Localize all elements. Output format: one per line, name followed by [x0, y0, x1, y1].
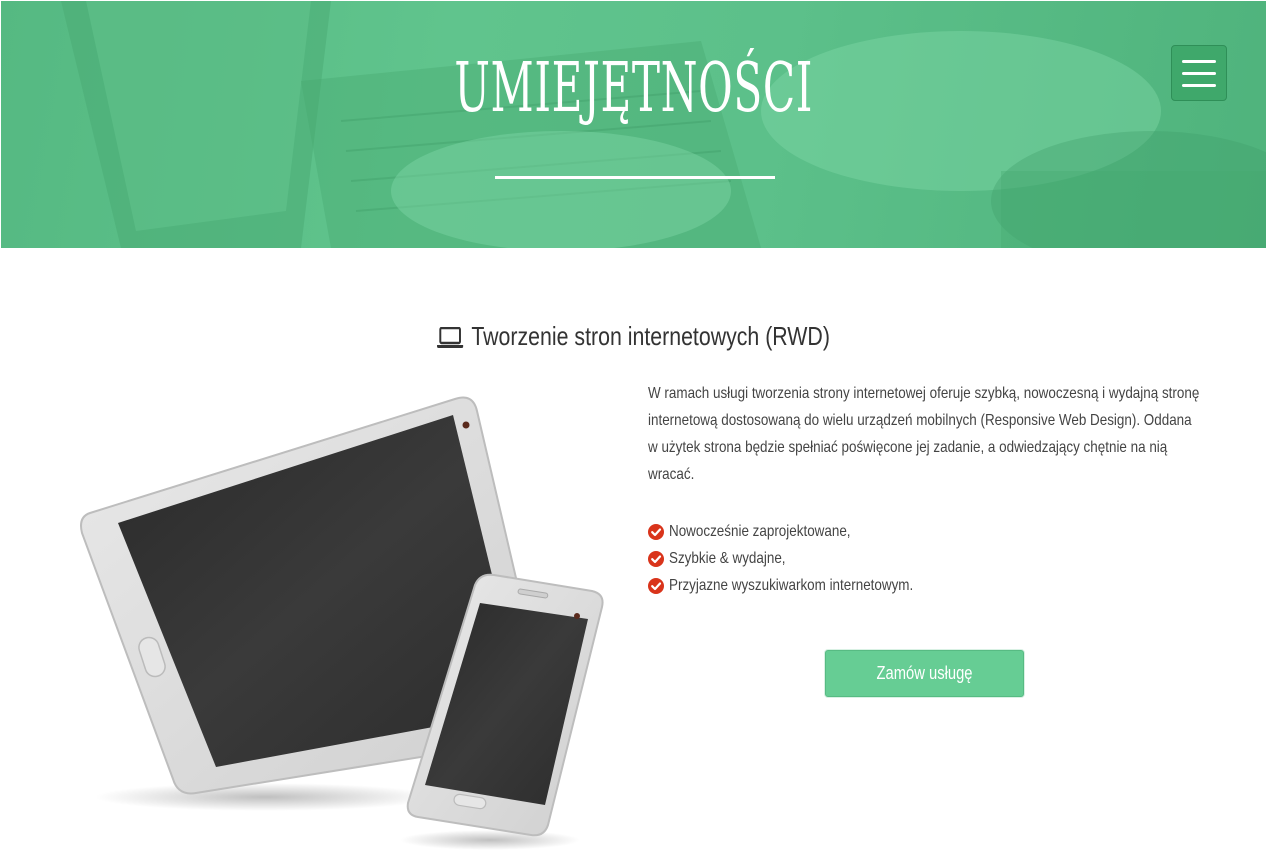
laptop-icon: [436, 327, 464, 348]
feature-text: Szybkie & wydajne,: [669, 550, 786, 567]
feature-text: Nowocześnie zaprojektowane,: [669, 523, 851, 540]
check-circle-icon: [648, 523, 664, 540]
section-title-text: Tworzenie stron internetowych (RWD): [471, 321, 830, 351]
features-list: Nowocześnie zaprojektowane, Szybkie & wy…: [648, 518, 1048, 599]
devices-illustration: [80, 396, 604, 850]
list-item: Przyjazne wyszukiwarkom internetowym.: [648, 572, 1048, 599]
list-item: Nowocześnie zaprojektowane,: [648, 518, 1048, 545]
check-circle-icon: [648, 577, 664, 594]
order-service-button[interactable]: Zamów usługę: [825, 650, 1024, 697]
menu-toggle-button[interactable]: [1171, 45, 1227, 101]
list-item: Szybkie & wydajne,: [648, 545, 1048, 572]
hamburger-icon-bar: [1182, 84, 1216, 87]
title-underline: [495, 176, 775, 179]
feature-text: Przyjazne wyszukiwarkom internetowym.: [669, 577, 914, 594]
hamburger-icon: [1182, 60, 1216, 63]
order-button-label: Zamów usługę: [876, 663, 973, 683]
page-title: UMIEJĘTNOŚCI: [454, 49, 813, 128]
service-description: W ramach usługi tworzenia strony interne…: [648, 385, 1200, 483]
check-circle-icon: [648, 550, 664, 567]
section-heading: Tworzenie stron internetowych (RWD): [114, 316, 1153, 356]
hero-banner: UMIEJĘTNOŚCI: [1, 1, 1266, 248]
hamburger-icon-bar: [1182, 72, 1216, 75]
